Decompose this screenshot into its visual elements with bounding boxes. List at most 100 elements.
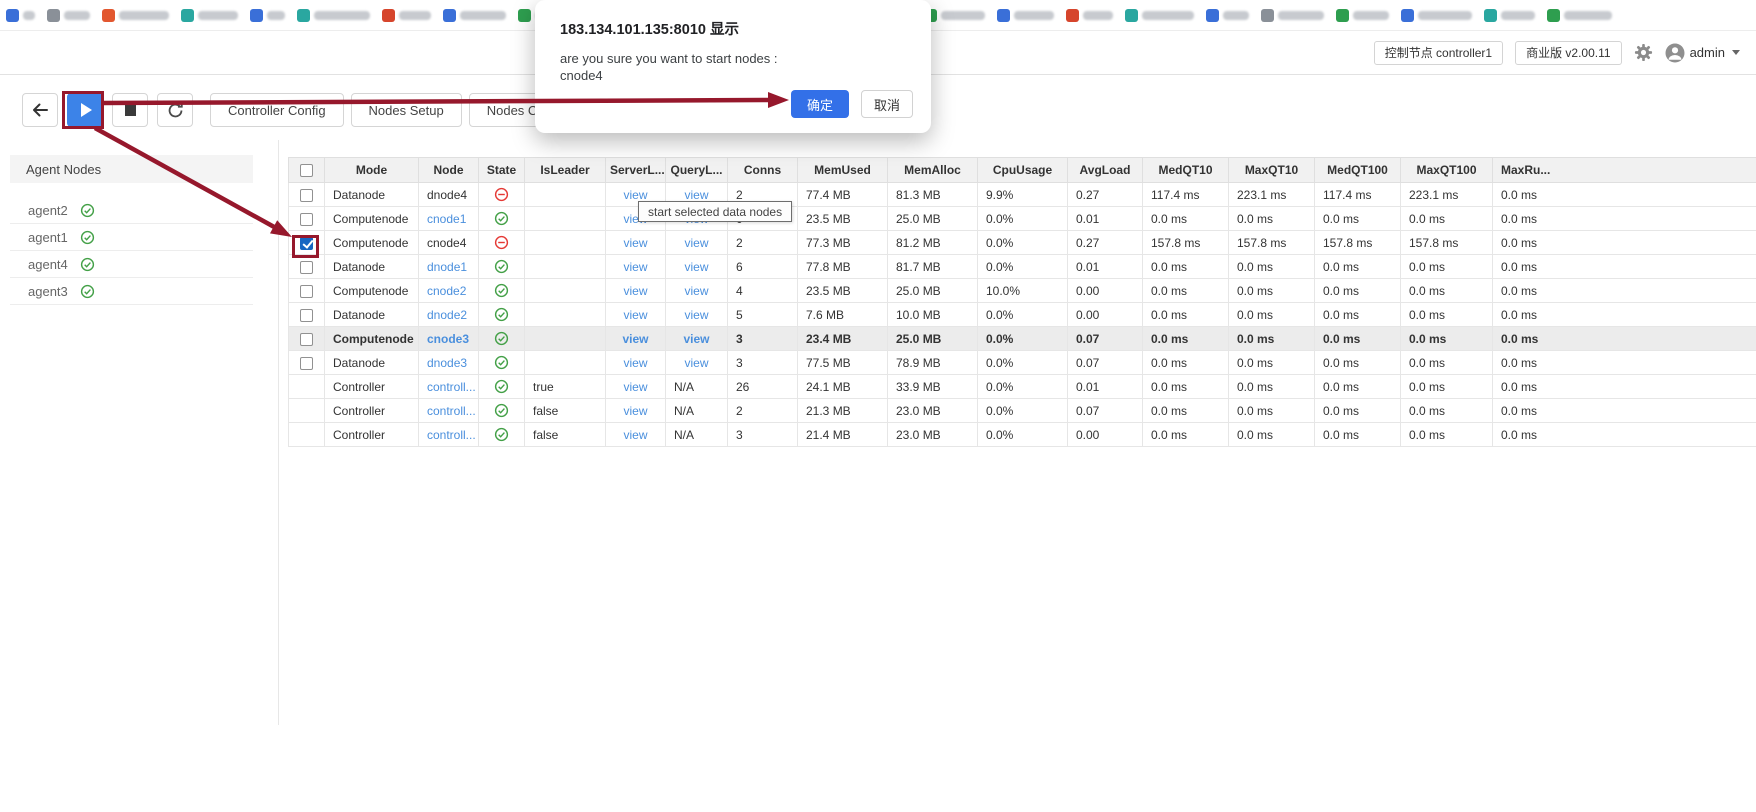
bookmark-item[interactable] (6, 9, 35, 22)
cell-medqt10: 0.0 ms (1143, 279, 1229, 303)
back-button[interactable] (22, 93, 58, 127)
cell-avgload: 0.27 (1068, 231, 1143, 255)
gear-icon[interactable] (1634, 43, 1653, 62)
row-checkbox[interactable] (300, 213, 313, 226)
node-link[interactable]: cnode1 (427, 212, 466, 226)
row-checkbox[interactable] (300, 237, 313, 250)
cell-maxqt100: 0.0 ms (1401, 279, 1493, 303)
version-button[interactable]: 商业版 v2.00.11 (1515, 41, 1621, 65)
server-log-link[interactable]: view (623, 236, 647, 250)
start-nodes-button[interactable] (67, 93, 103, 127)
table-row[interactable]: Computenodecnode4viewview277.3 MB81.2 MB… (289, 231, 1756, 255)
node-cell: cnode3 (419, 327, 479, 351)
server-log-link[interactable]: view (623, 188, 647, 202)
query-log-link[interactable]: view (683, 332, 709, 346)
controller-node-button[interactable]: 控制节点 controller1 (1374, 41, 1503, 65)
confirm-button[interactable]: 确定 (791, 90, 849, 118)
query-log-link[interactable]: view (684, 356, 708, 370)
table-row[interactable]: Controllercontroll...falseviewN/A321.4 M… (289, 423, 1756, 447)
row-checkbox[interactable] (300, 189, 313, 202)
dialog-message-line1: are you sure you want to start nodes : (560, 50, 911, 67)
cell-conns: 3 (728, 423, 798, 447)
bookmark-item[interactable] (997, 9, 1054, 22)
bookmark-item[interactable] (1261, 9, 1324, 22)
bookmark-item[interactable] (1206, 9, 1249, 22)
node-link[interactable]: controll... (427, 404, 476, 418)
node-link[interactable]: dnode2 (427, 308, 467, 322)
query-log-link[interactable]: view (684, 308, 708, 322)
row-checkbox[interactable] (300, 333, 313, 346)
agent-item[interactable]: agent4 (10, 251, 253, 278)
table-row[interactable]: Computenodecnode3viewview323.4 MB25.0 MB… (289, 327, 1756, 351)
query-log-link[interactable]: view (684, 284, 708, 298)
agent-label: agent4 (28, 257, 68, 272)
stop-nodes-button[interactable] (112, 93, 148, 127)
query-log-link[interactable]: view (684, 236, 708, 250)
bookmark-item[interactable] (443, 9, 506, 22)
tab-nodes-setup[interactable]: Nodes Setup (351, 93, 462, 127)
server-log-link[interactable]: view (622, 332, 648, 346)
user-avatar-icon (1665, 43, 1685, 63)
table-row[interactable]: Computenodecnode1viewview023.5 MB25.0 MB… (289, 207, 1756, 231)
table-row[interactable]: Controllercontroll...trueviewN/A2624.1 M… (289, 375, 1756, 399)
table-row[interactable]: Datanodednode3viewview377.5 MB78.9 MB0.0… (289, 351, 1756, 375)
bookmark-item[interactable] (382, 9, 431, 22)
query-log-link[interactable]: view (684, 260, 708, 274)
server-log-cell: view (606, 303, 666, 327)
server-log-link[interactable]: view (623, 380, 647, 394)
cancel-button[interactable]: 取消 (861, 90, 913, 118)
server-log-link[interactable]: view (623, 308, 647, 322)
cell-maxqt100: 0.0 ms (1401, 327, 1493, 351)
bookmark-item[interactable] (102, 9, 169, 22)
bookmark-item[interactable] (250, 9, 285, 22)
row-checkbox[interactable] (300, 309, 313, 322)
row-checkbox[interactable] (300, 285, 313, 298)
node-link[interactable]: controll... (427, 428, 476, 442)
tab-controller-config[interactable]: Controller Config (210, 93, 344, 127)
refresh-button[interactable] (157, 93, 193, 127)
node-cell: controll... (419, 423, 479, 447)
select-all-checkbox[interactable] (300, 164, 313, 177)
bookmark-label-blurred (64, 11, 90, 20)
agent-item[interactable]: agent1 (10, 224, 253, 251)
bookmark-item[interactable] (924, 9, 985, 22)
server-log-link[interactable]: view (623, 404, 647, 418)
query-log-link[interactable]: view (684, 188, 708, 202)
favicon (6, 9, 19, 22)
bookmark-item[interactable] (1547, 9, 1612, 22)
mode-cell: Datanode (325, 255, 419, 279)
table-row[interactable]: Datanodednode4viewview277.4 MB81.3 MB9.9… (289, 183, 1756, 207)
server-log-cell: view (606, 351, 666, 375)
bookmark-item[interactable] (1401, 9, 1472, 22)
bookmark-item[interactable] (1125, 9, 1194, 22)
cell-memalloc: 23.0 MB (888, 423, 978, 447)
server-log-link[interactable]: view (623, 284, 647, 298)
node-link[interactable]: dnode3 (427, 356, 467, 370)
server-log-link[interactable]: view (623, 356, 647, 370)
row-checkbox[interactable] (300, 261, 313, 274)
agent-item[interactable]: agent2 (10, 197, 253, 224)
node-link[interactable]: cnode2 (427, 284, 466, 298)
table-row[interactable]: Datanodednode2viewview57.6 MB10.0 MB0.0%… (289, 303, 1756, 327)
bookmark-item[interactable] (1066, 9, 1113, 22)
node-link[interactable]: cnode3 (427, 332, 469, 346)
column-header: ServerL... (606, 158, 666, 183)
node-link[interactable]: dnode1 (427, 260, 467, 274)
bookmark-label-blurred (267, 11, 285, 20)
bookmark-item[interactable] (1336, 9, 1389, 22)
bookmark-item[interactable] (47, 9, 90, 22)
cell-conns: 4 (728, 279, 798, 303)
bookmark-item[interactable] (181, 9, 238, 22)
node-link[interactable]: controll... (427, 380, 476, 394)
agent-item[interactable]: agent3 (10, 278, 253, 305)
server-log-link[interactable]: view (623, 428, 647, 442)
cell-medqt10: 157.8 ms (1143, 231, 1229, 255)
table-row[interactable]: Datanodednode1viewview677.8 MB81.7 MB0.0… (289, 255, 1756, 279)
server-log-link[interactable]: view (623, 260, 647, 274)
table-row[interactable]: Computenodecnode2viewview423.5 MB25.0 MB… (289, 279, 1756, 303)
user-menu[interactable]: admin (1665, 43, 1740, 63)
bookmark-item[interactable] (297, 9, 370, 22)
table-row[interactable]: Controllercontroll...falseviewN/A221.3 M… (289, 399, 1756, 423)
bookmark-item[interactable] (1484, 9, 1535, 22)
row-checkbox[interactable] (300, 357, 313, 370)
